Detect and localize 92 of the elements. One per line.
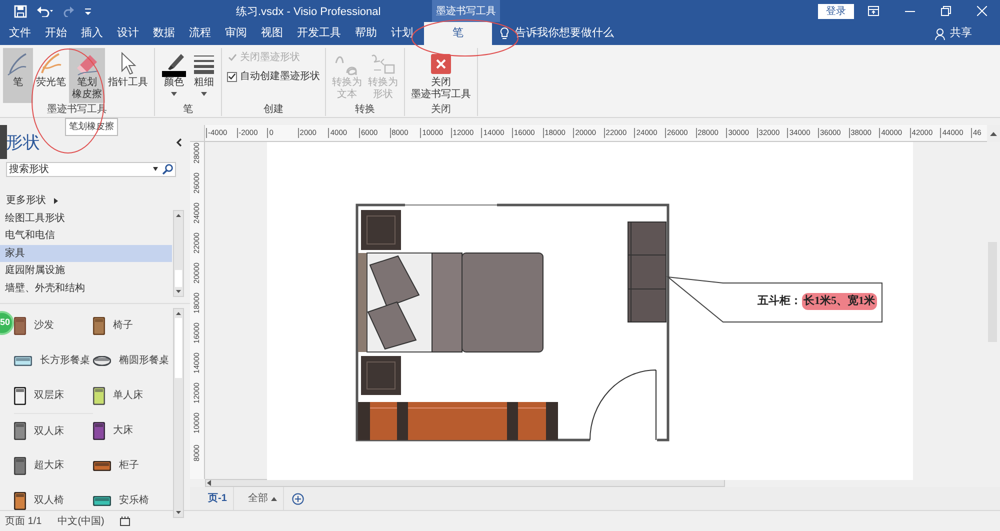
shape-item[interactable]: 椅子 [93, 308, 172, 343]
scroll-thumb[interactable] [175, 318, 182, 378]
status-text: 中文(中国) [58, 514, 104, 528]
count-badge: 50 [0, 311, 14, 335]
checkbox[interactable] [227, 72, 237, 82]
ribbon-button[interactable]: 颜色 [158, 48, 190, 103]
furniture-icon [14, 356, 32, 366]
customize-icon[interactable] [84, 6, 92, 16]
ribbon-tab[interactable]: 设计 [110, 22, 146, 45]
shape-item[interactable]: 双人床 [14, 413, 93, 448]
ribbon-tab[interactable]: 数据 [146, 22, 182, 45]
ribbon-button[interactable]: 粗细 [190, 48, 218, 103]
restore-icon[interactable] [941, 6, 951, 16]
undo-icon[interactable] [36, 5, 54, 17]
stencil-item[interactable]: 庭园附属设施 [0, 262, 172, 280]
macro-recording-icon[interactable] [120, 516, 130, 526]
stencil-item[interactable]: 绘图工具形状 [0, 210, 172, 227]
save-icon[interactable] [14, 4, 27, 18]
furniture-icon [93, 422, 105, 440]
ribbon-tab[interactable]: 流程 [182, 22, 218, 45]
more-shapes-link[interactable]: 更多形状 [0, 194, 190, 208]
ribbon-tab[interactable]: 插入 [74, 22, 110, 45]
shape-item[interactable]: 单人床 [93, 378, 172, 413]
add-page-icon[interactable] [292, 492, 304, 504]
furniture-icon [93, 496, 111, 506]
furniture-icon [14, 316, 26, 334]
scroll-left-icon[interactable] [207, 480, 212, 486]
ribbon-tab[interactable]: 开始 [38, 22, 74, 45]
ribbon-tab[interactable]: 帮助 [348, 22, 384, 45]
ribbon-tab[interactable]: 文件 [2, 22, 38, 45]
close-icon[interactable] [977, 6, 987, 16]
dropdown-caret-icon[interactable] [153, 167, 158, 171]
dropdown-caret-icon [171, 92, 177, 96]
sign-in-button[interactable]: 登录 [818, 4, 854, 19]
collapse-icon[interactable] [176, 138, 182, 148]
furniture-icon [93, 316, 105, 334]
ribbon-button[interactable]: 关闭 墨迹书写工具 [408, 48, 474, 103]
furniture-icon [14, 422, 26, 440]
status-text: 页面 1/1 [5, 514, 42, 528]
ribbon-button[interactable]: 荧光笔 [33, 48, 69, 103]
group-label: 创建 [262, 103, 284, 116]
shape-item[interactable]: 长方形餐桌 [14, 343, 93, 378]
person-icon [935, 28, 946, 40]
expand-arrow-icon [54, 198, 58, 204]
ribbon-display-icon[interactable] [868, 6, 879, 16]
callout-value: 长1米5、宽1米 [802, 293, 877, 310]
panel-handle[interactable] [0, 125, 7, 159]
ribbon-tab[interactable]: 计划 [384, 22, 420, 45]
scroll-up-icon [990, 131, 997, 136]
ribbon-button[interactable]: 笔划 橡皮擦 [69, 48, 105, 103]
pointer-icon [119, 50, 137, 76]
shape-item[interactable]: 双层床 [14, 378, 93, 413]
close-icon [431, 54, 451, 74]
group-label: 笔 [182, 103, 194, 116]
shape-item[interactable]: 超大床 [14, 448, 93, 483]
redo-icon[interactable] [63, 5, 75, 17]
contextual-tab-group: 墨迹书写工具 [432, 0, 500, 22]
group-label: 转换 [354, 103, 376, 116]
stencil-item[interactable]: 电气和电信 [0, 227, 172, 244]
panel-title: 形状 [6, 132, 40, 154]
ribbon-button[interactable]: 笔 [3, 48, 33, 103]
ribbon-tab[interactable]: 笔 [424, 22, 492, 45]
furniture-icon [93, 386, 105, 404]
share-button[interactable]: 共享 [935, 22, 972, 45]
search-icon[interactable] [162, 164, 173, 174]
dropdown-caret-icon [201, 92, 207, 96]
line-weight-icon [193, 54, 215, 74]
furniture-icon [14, 492, 26, 510]
ink-to-shape-icon [370, 52, 396, 76]
shape-item[interactable]: 椭圆形餐桌 [93, 343, 172, 378]
furniture-icon [93, 460, 111, 470]
caret-icon [270, 496, 277, 500]
stencil-item[interactable]: 墙壁、外壳和结构 [0, 280, 172, 297]
furniture-icon [93, 356, 111, 366]
ribbon-tab[interactable]: 开发工具 [290, 22, 348, 45]
scroll-bar[interactable] [173, 210, 184, 297]
furniture-icon [14, 456, 26, 474]
shape-item[interactable]: 大床 [93, 413, 172, 448]
lightbulb-icon[interactable] [500, 27, 509, 40]
shape-item[interactable]: 柜子 [93, 448, 172, 483]
callout-label: 五斗柜： [758, 294, 802, 309]
group-label: 关闭 [430, 103, 452, 116]
scroll-bar[interactable] [173, 308, 184, 518]
window-title: 练习.vsdx - Visio Professional [236, 5, 381, 20]
checkbox-option[interactable]: 自动创建墨迹形状 [227, 69, 320, 84]
ribbon-button[interactable]: 指针工具 [105, 48, 151, 103]
stencil-item[interactable]: 家具 [0, 244, 172, 262]
scroll-thumb[interactable] [175, 270, 182, 287]
ribbon-tab[interactable]: 审阅 [218, 22, 254, 45]
ribbon-tab[interactable]: 视图 [254, 22, 290, 45]
shape-item[interactable]: 沙发 [14, 308, 93, 343]
furniture-icon [14, 386, 26, 404]
